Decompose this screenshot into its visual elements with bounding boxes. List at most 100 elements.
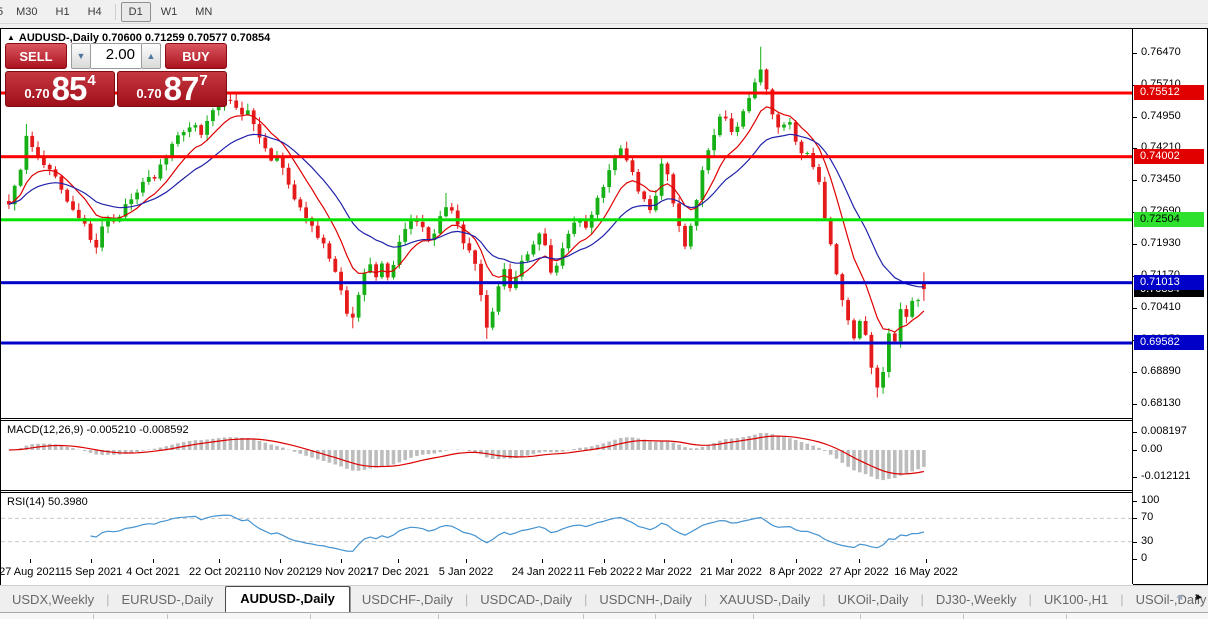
candle-body [532,245,536,255]
buy-price-main: 87 [164,74,199,104]
candle-body [240,108,244,115]
candle-body [211,110,215,121]
tab-usdcad-daily[interactable]: USDCAD-,Daily [468,588,584,613]
candle-body [491,312,495,328]
candle-body [287,168,291,185]
status-divider [963,614,964,619]
level-price-badge: 0.69582 [1134,335,1204,350]
tab-usdchf-daily[interactable]: USDCHF-,Daily [350,588,465,613]
tabs-scroll-left-icon[interactable]: ◄ [1174,592,1184,603]
candle-body [467,243,471,250]
timeframe-D1-button[interactable]: D1 [121,2,151,22]
candle-body [660,164,664,196]
axis-tick [1133,501,1137,502]
sell-price-button[interactable]: 0.70 85 4 [5,71,115,107]
status-divider [438,614,439,619]
candle-body [835,244,839,274]
candle-body [910,301,914,317]
date-label: 21 Mar 2022 [694,566,768,578]
price-tick-label: 0.70410 [1141,301,1181,313]
horizontal-level-line[interactable] [1,281,1133,284]
rsi-label: RSI(14) 50.3980 [7,496,88,508]
sell-price-main: 85 [52,74,87,104]
tab-audusd-daily[interactable]: AUDUSD-,Daily [225,586,350,613]
volume-input[interactable]: 2.00 [91,43,141,69]
candle-body [462,225,466,244]
date-tick [466,559,467,563]
candle-body [129,199,133,204]
candle-body [65,190,69,202]
sell-button[interactable]: SELL [5,43,67,69]
candle-body [677,203,681,226]
tab-xauusd-daily[interactable]: XAUUSD-,Daily [707,588,822,613]
level-price-badge: 0.72504 [1134,212,1204,227]
buy-price-button[interactable]: 0.70 87 7 [117,71,227,107]
candle-body [357,295,361,318]
buy-button[interactable]: BUY [165,43,227,69]
candle-body [421,222,425,227]
macd-tick-label: -0.012121 [1141,470,1191,482]
candle-body [689,226,693,247]
candle-body [246,110,250,114]
timeframe-H4-button[interactable]: H4 [80,2,110,22]
candle-body [293,185,297,200]
pane-separator[interactable] [1,418,1207,419]
tabs-scroll-right-icon[interactable]: ► [1194,592,1204,603]
candle-body [427,227,431,240]
timeframe-toolbar: 5M30H1H4 D1W1MN [0,0,1208,24]
candle-body [747,98,751,111]
pane-separator[interactable] [1,490,1207,491]
macd-signal-line [9,436,924,474]
tab-dj30-weekly[interactable]: DJ30-,Weekly [924,588,1029,613]
candle-body [205,121,209,135]
candle-body [619,148,623,156]
symbol-tab-bar: USDX,Weekly|EURUSD-,DailyAUDUSD-,DailyUS… [0,585,1208,613]
candle-body [864,321,868,335]
candle-body [170,144,174,157]
date-tick [153,559,154,563]
candle-body [736,127,740,132]
volume-increase-icon[interactable]: ▲ [141,43,161,69]
timeframe-MN-button[interactable]: MN [187,2,220,22]
horizontal-level-line[interactable] [1,155,1133,158]
candle-body [648,199,652,210]
volume-decrease-icon[interactable]: ▼ [71,43,91,69]
candle-body [596,198,600,215]
axis-tick [1133,372,1137,373]
candle-body [345,290,349,313]
candle-body [899,309,903,341]
timeframe-H1-button[interactable]: H1 [48,2,78,22]
axis-tick [1133,432,1137,433]
candle-body [794,122,798,142]
candle-body [567,234,571,249]
date-label: 5 Jan 2022 [429,566,503,578]
tab-uk100-h1[interactable]: UK100-,H1 [1032,588,1120,613]
candle-body [479,264,483,295]
candle-body [135,193,139,200]
timeframe-W1-button[interactable]: W1 [153,2,186,22]
axis-tick [1133,244,1137,245]
candle-body [572,223,576,234]
collapse-arrow-icon[interactable]: ▲ [7,33,15,42]
rsi-pane[interactable] [1,493,1133,559]
candle-body [840,274,844,300]
tab-usdx-weekly[interactable]: USDX,Weekly [0,588,106,613]
candle-body [71,201,75,209]
candle-body [77,210,81,218]
candle-body [788,122,792,124]
horizontal-level-line[interactable] [1,342,1133,345]
candle-body [625,148,629,160]
axis-tick [1133,450,1137,451]
tab-ukoil-daily[interactable]: UKOil-,Daily [826,588,921,613]
timeframe-M30-button[interactable]: M30 [8,2,45,22]
horizontal-level-line[interactable] [1,218,1133,221]
date-label: 17 Dec 2021 [361,566,435,578]
status-divider [1066,614,1067,619]
date-tick [731,559,732,563]
tab-eurusd-daily[interactable]: EURUSD-,Daily [110,588,226,613]
timeframe-5-button[interactable]: 5 [0,2,6,22]
tab-usdcnh-daily[interactable]: USDCNH-,Daily [587,588,703,613]
sell-price-prefix: 0.70 [24,86,49,101]
axis-tick [1133,180,1137,181]
date-axis: 27 Aug 202115 Sep 20214 Oct 202122 Oct 2… [1,559,1133,586]
